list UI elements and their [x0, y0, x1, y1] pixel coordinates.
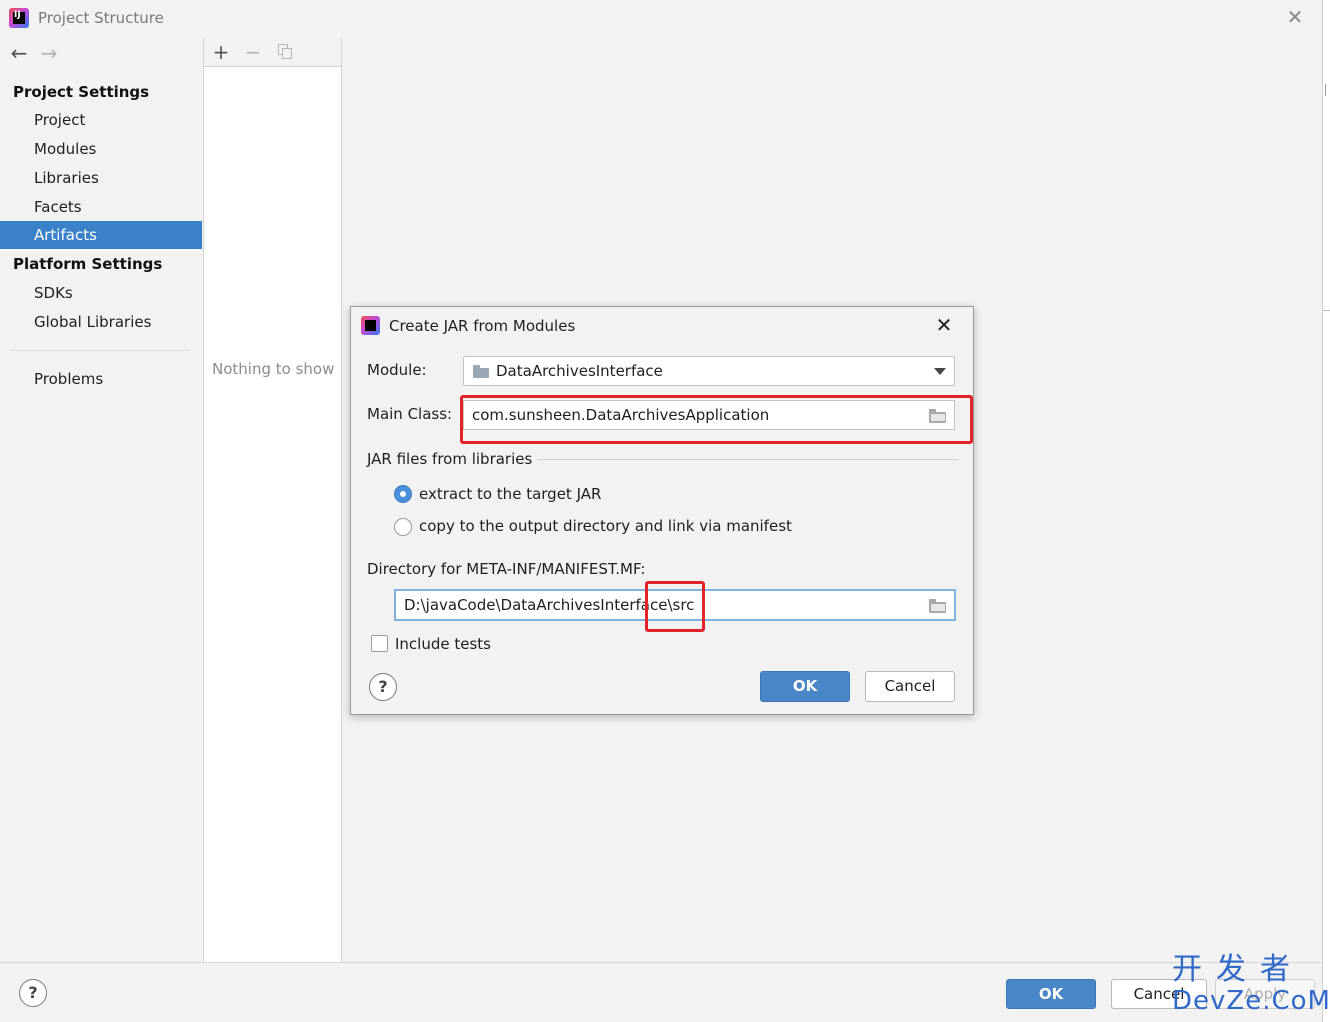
app-logo-icon: IJ — [9, 8, 29, 28]
module-select[interactable]: DataArchivesInterface — [463, 356, 955, 386]
sidebar-item-facets[interactable]: Facets — [0, 193, 202, 221]
include-tests-label[interactable]: Include tests — [395, 635, 491, 653]
platform-settings-header: Platform Settings — [13, 255, 163, 273]
dialog-close-button[interactable]: ✕ — [933, 314, 955, 336]
remove-icon[interactable]: − — [242, 41, 264, 63]
manifest-directory-label: Directory for META-INF/MANIFEST.MF: — [367, 560, 646, 578]
dialog-help-icon[interactable]: ? — [369, 673, 397, 701]
dialog-title: Create JAR from Modules — [389, 317, 576, 335]
sidebar-item-modules[interactable]: Modules — [0, 135, 202, 163]
apply-button[interactable]: Apply — [1215, 979, 1315, 1009]
radio-extract[interactable] — [394, 485, 412, 503]
dialog-cancel-button[interactable]: Cancel — [865, 671, 955, 702]
artifacts-list-panel: + − Nothing to show — [203, 38, 342, 962]
artifacts-toolbar: + − — [204, 38, 341, 67]
manifest-directory-value: D:\javaCode\DataArchivesInterface\src — [404, 596, 695, 614]
jar-files-group-label: JAR files from libraries — [367, 450, 533, 468]
group-separator — [537, 459, 959, 460]
radio-extract-label[interactable]: extract to the target JAR — [419, 485, 601, 503]
edge-mark — [1323, 310, 1330, 311]
module-label: Module: — [367, 361, 427, 379]
sidebar-item-artifacts[interactable]: Artifacts — [0, 221, 202, 249]
copy-icon[interactable] — [278, 44, 292, 59]
project-settings-header: Project Settings — [13, 83, 150, 101]
dropdown-arrow-icon — [934, 368, 946, 375]
manifest-directory-field[interactable]: D:\javaCode\DataArchivesInterface\src — [394, 589, 956, 621]
right-edge-strip — [1322, 0, 1330, 1022]
window-close-button[interactable]: ✕ — [1284, 6, 1306, 28]
empty-list-text: Nothing to show — [212, 360, 335, 378]
help-icon[interactable]: ? — [19, 979, 47, 1007]
main-class-value: com.sunsheen.DataArchivesApplication — [472, 406, 770, 424]
window-title: Project Structure — [38, 9, 164, 27]
sidebar-divider — [10, 350, 190, 351]
radio-copy-link-label[interactable]: copy to the output directory and link vi… — [419, 517, 792, 535]
edge-mark — [1325, 84, 1330, 96]
dialog-logo-icon — [361, 316, 380, 335]
nav-arrows: ← → — [8, 43, 68, 65]
sidebar-item-global-libraries[interactable]: Global Libraries — [0, 308, 202, 336]
cancel-button[interactable]: Cancel — [1111, 979, 1207, 1009]
main-class-label: Main Class: — [367, 405, 453, 423]
ok-button[interactable]: OK — [1006, 979, 1096, 1009]
sidebar-item-problems[interactable]: Problems — [0, 365, 202, 393]
dialog-ok-button[interactable]: OK — [760, 671, 850, 702]
module-select-value: DataArchivesInterface — [496, 362, 663, 380]
window-titlebar: IJ Project Structure ✕ — [0, 0, 1322, 38]
sidebar-item-sdks[interactable]: SDKs — [0, 279, 202, 307]
forward-arrow-icon[interactable]: → — [38, 43, 60, 65]
main-class-field[interactable]: com.sunsheen.DataArchivesApplication — [463, 400, 955, 430]
sidebar-item-project[interactable]: Project — [0, 106, 202, 134]
bottom-button-bar: ? OK Cancel Apply — [0, 962, 1322, 1022]
module-folder-icon — [473, 365, 489, 378]
add-icon[interactable]: + — [210, 41, 232, 63]
include-tests-checkbox[interactable] — [371, 635, 388, 652]
browse-folder-icon[interactable] — [928, 598, 948, 614]
sidebar-item-libraries[interactable]: Libraries — [0, 164, 202, 192]
create-jar-dialog: Create JAR from Modules ✕ Module: DataAr… — [350, 306, 974, 715]
back-arrow-icon[interactable]: ← — [8, 43, 30, 65]
radio-copy-link[interactable] — [394, 518, 412, 536]
settings-sidebar: ← → Project Settings Project Modules Libr… — [0, 38, 203, 962]
browse-folder-icon[interactable] — [928, 408, 948, 424]
